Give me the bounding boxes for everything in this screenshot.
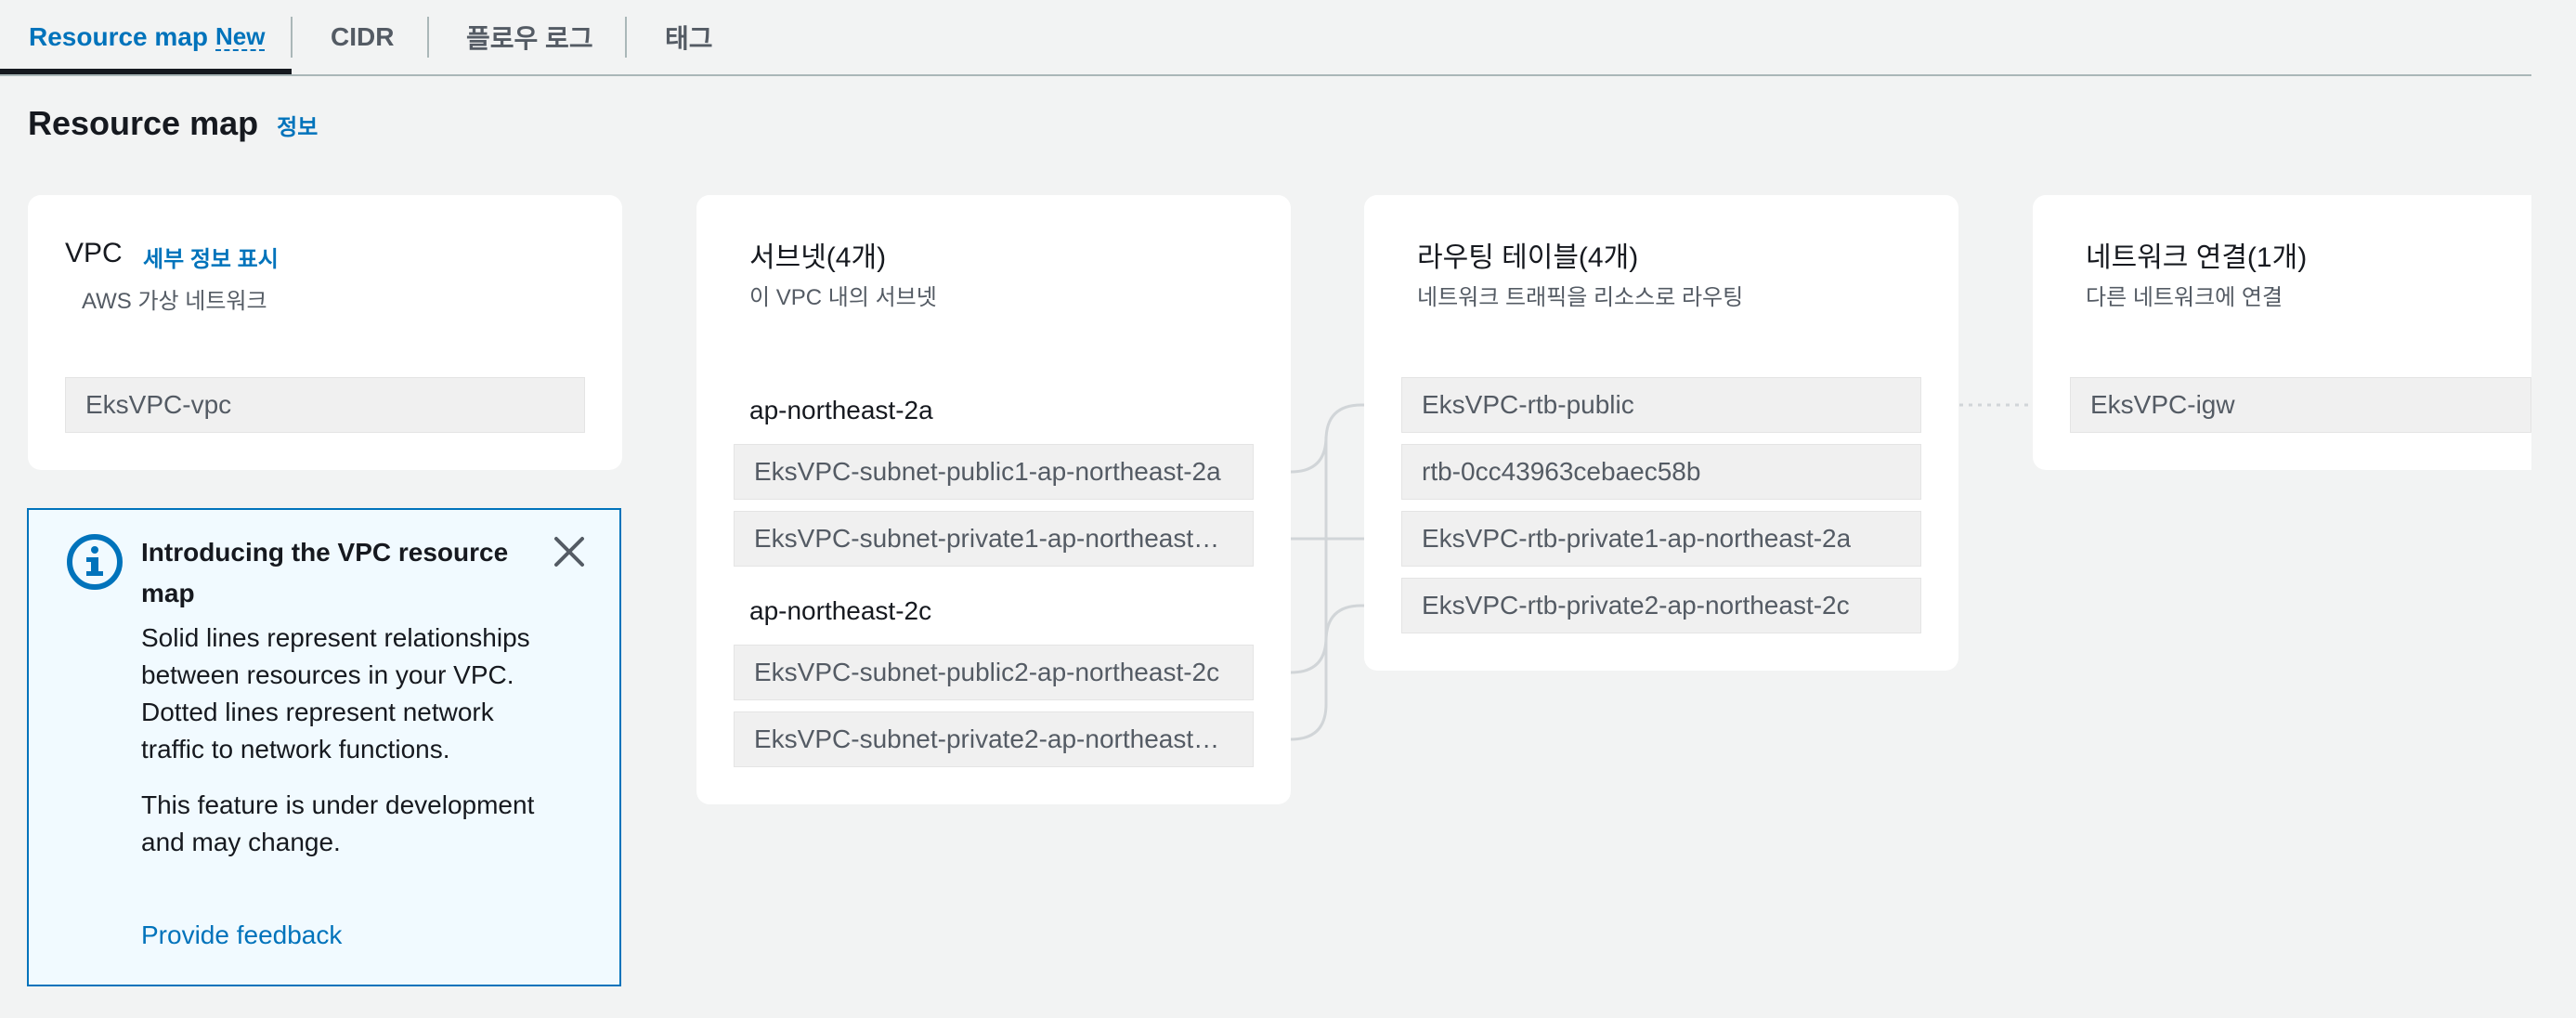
vpc-title: VPC <box>65 238 123 268</box>
info-panel-paragraph: Solid lines represent relationships betw… <box>141 623 530 764</box>
network-connection-item-label: EksVPC-igw <box>2090 390 2235 419</box>
info-panel: Introducing the VPC resource map Solid l… <box>27 508 621 986</box>
az-label-2c: ap-northeast-2c <box>749 596 932 625</box>
network-connections-title: 네트워크 연결(1개) <box>2086 242 2308 273</box>
route-table-item[interactable]: rtb-0cc43963cebaec58b <box>1401 444 1921 500</box>
vpc-subtitle: AWS 가상 네트워크 <box>82 289 267 314</box>
vpc-card: VPC 세부 정보 표시 AWS 가상 네트워크 EksVPC-vpc <box>28 195 622 470</box>
subnets-title: 서브넷(4개) <box>749 242 887 273</box>
route-table-item-label: EksVPC-rtb-private2-ap-northeast-2c <box>1422 591 1850 620</box>
close-icon[interactable] <box>550 532 589 571</box>
route-table-item[interactable]: EksVPC-rtb-public <box>1401 377 1921 433</box>
route-tables-card: 라우팅 테이블(4개) 네트워크 트래픽을 리소스로 라우팅 EksVPC-rt… <box>1364 195 1958 671</box>
subnet-item-label: EksVPC-subnet-public1-ap-northeast-2a <box>754 457 1221 486</box>
route-table-item[interactable]: EksVPC-rtb-private2-ap-northeast-2c <box>1401 578 1921 633</box>
route-table-item[interactable]: EksVPC-rtb-private1-ap-northeast-2a <box>1401 511 1921 567</box>
subnet-item[interactable]: EksVPC-subnet-private1-ap-northeast… <box>734 511 1254 567</box>
info-panel-body: Solid lines represent relationships betw… <box>141 620 550 880</box>
network-connections-subtitle: 다른 네트워크에 연결 <box>2086 285 2283 310</box>
subnets-card: 서브넷(4개) 이 VPC 내의 서브넷 ap-northeast-2a Eks… <box>696 195 1291 804</box>
network-connections-card: 네트워크 연결(1개) 다른 네트워크에 연결 EksVPC-igw <box>2033 195 2531 470</box>
vpc-item-label: EksVPC-vpc <box>85 390 232 419</box>
subnets-subtitle: 이 VPC 내의 서브넷 <box>749 285 937 310</box>
subnet-item-label: EksVPC-subnet-private1-ap-northeast… <box>754 524 1220 553</box>
subnet-item[interactable]: EksVPC-subnet-public1-ap-northeast-2a <box>734 444 1254 500</box>
network-connection-item[interactable]: EksVPC-igw <box>2070 377 2531 433</box>
route-table-item-label: EksVPC-rtb-public <box>1422 390 1634 419</box>
info-circle-icon <box>67 534 123 590</box>
route-table-item-label: EksVPC-rtb-private1-ap-northeast-2a <box>1422 524 1852 553</box>
info-panel-title: Introducing the VPC resource map <box>141 538 509 607</box>
route-tables-subtitle: 네트워크 트래픽을 리소스로 라우팅 <box>1417 285 1744 310</box>
az-label-2a: ap-northeast-2a <box>749 396 933 424</box>
vpc-item[interactable]: EksVPC-vpc <box>65 377 585 433</box>
route-tables-title: 라우팅 테이블(4개) <box>1417 242 1639 273</box>
subnet-item-label: EksVPC-subnet-private2-ap-northeast… <box>754 724 1220 753</box>
vpc-details-link[interactable]: 세부 정보 표시 <box>143 241 279 273</box>
info-panel-paragraph: This feature is under development and ma… <box>141 790 535 856</box>
subnet-item-label: EksVPC-subnet-public2-ap-northeast-2c <box>754 658 1220 686</box>
provide-feedback-link[interactable]: Provide feedback <box>141 920 342 950</box>
subnet-item[interactable]: EksVPC-subnet-private2-ap-northeast… <box>734 711 1254 767</box>
route-table-item-label: rtb-0cc43963cebaec58b <box>1422 457 1701 486</box>
subnet-item[interactable]: EksVPC-subnet-public2-ap-northeast-2c <box>734 645 1254 700</box>
